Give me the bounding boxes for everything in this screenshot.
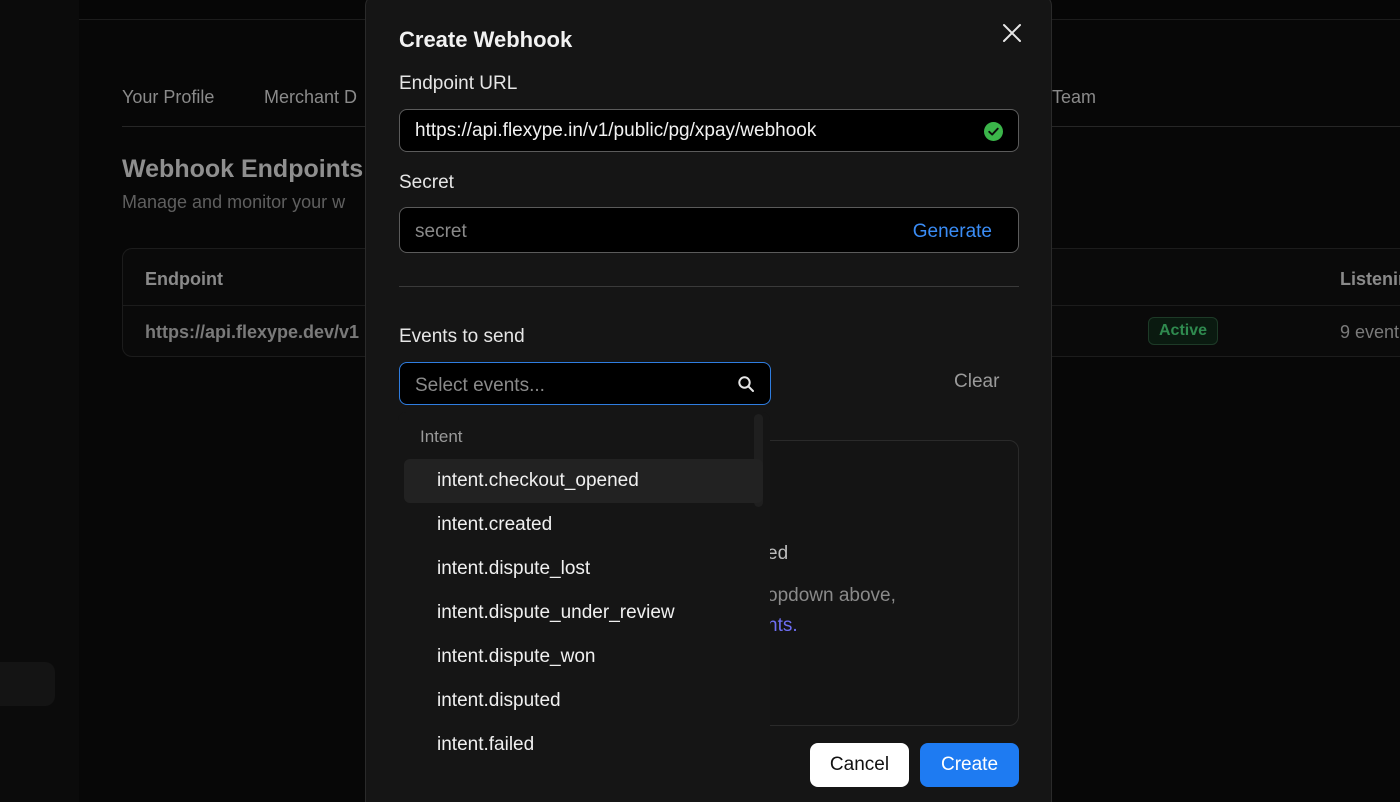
close-icon <box>1003 24 1021 42</box>
search-icon <box>738 376 754 392</box>
endpoint-url-value: https://api.flexype.in/v1/public/pg/xpay… <box>415 119 817 141</box>
modal-title: Create Webhook <box>399 27 573 52</box>
events-dropdown: Intent intent.checkout_opened intent.cre… <box>398 412 770 802</box>
dropdown-option[interactable]: intent.created <box>404 503 763 547</box>
dropdown-option[interactable]: intent.disputed <box>404 679 763 723</box>
table-header-endpoint: Endpoint <box>145 269 223 289</box>
dropdown-option[interactable]: intent.checkout_opened <box>404 459 763 503</box>
secret-placeholder: secret <box>415 221 467 242</box>
clear-button[interactable]: Clear <box>954 371 999 393</box>
tab-your-profile[interactable]: Your Profile <box>122 87 214 108</box>
close-button[interactable] <box>1000 21 1024 45</box>
table-cell-endpoint[interactable]: https://api.flexype.dev/v1 <box>145 322 359 343</box>
sidebar-active-item[interactable] <box>0 662 55 706</box>
page-subtitle: Manage and monitor your w <box>122 192 346 212</box>
dropdown-option[interactable]: intent.dispute_under_review <box>404 591 763 635</box>
status-badge: Active <box>1148 317 1218 345</box>
page-title: Webhook Endpoints <box>122 155 364 183</box>
cancel-button[interactable]: Cancel <box>810 743 909 787</box>
dropdown-option[interactable]: intent.dispute_lost <box>404 547 763 591</box>
table-cell-listening: 9 event <box>1340 322 1400 342</box>
dropdown-option[interactable]: intent.failed <box>404 723 763 767</box>
sidebar <box>0 0 79 802</box>
generate-button[interactable]: Generate <box>913 221 992 243</box>
secret-input[interactable]: secret Generate <box>399 207 1019 253</box>
empty-state-link[interactable]: nts. <box>767 615 798 637</box>
events-search-placeholder: Select events... <box>415 375 545 396</box>
modal-divider <box>399 286 1019 287</box>
table-header-listening: Listenin <box>1340 269 1400 289</box>
dropdown-option[interactable]: intent.dispute_won <box>404 635 763 679</box>
events-to-send-label: Events to send <box>399 326 525 347</box>
dropdown-group-label: Intent <box>420 427 463 446</box>
endpoint-url-label: Endpoint URL <box>399 73 518 94</box>
empty-state-description: opdown above, <box>767 585 896 606</box>
secret-label: Secret <box>399 172 454 193</box>
check-circle-icon <box>984 122 1003 141</box>
empty-state-title: ed <box>767 543 789 564</box>
events-search-input[interactable]: Select events... <box>399 362 771 405</box>
tab-team[interactable]: Team <box>1052 87 1096 108</box>
endpoint-url-input[interactable]: https://api.flexype.in/v1/public/pg/xpay… <box>399 109 1019 152</box>
tab-merchant[interactable]: Merchant D <box>264 87 357 108</box>
create-button[interactable]: Create <box>920 743 1019 787</box>
